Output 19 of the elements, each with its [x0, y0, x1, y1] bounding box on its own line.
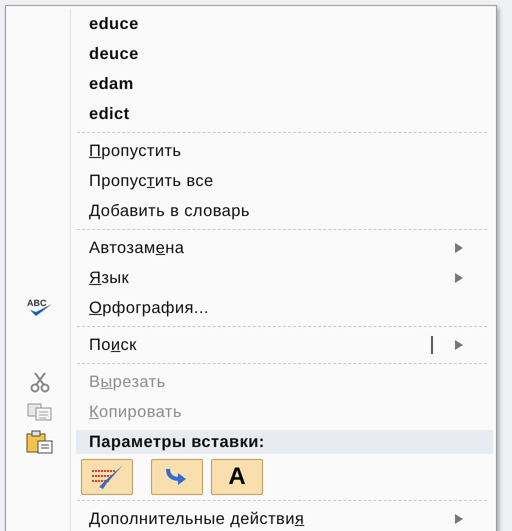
clipboard-icon: [26, 430, 54, 454]
menu-item[interactable]: Дополнительные действия: [89, 510, 304, 528]
paste-option-button[interactable]: A: [211, 459, 263, 495]
suggestion-item[interactable]: deuce: [89, 44, 139, 64]
suggestion-item[interactable]: educe: [89, 14, 139, 34]
paste-options-header: Параметры вставки:: [76, 430, 493, 454]
paste-option-button[interactable]: [81, 459, 133, 495]
menu-item[interactable]: Пропустить все: [89, 172, 214, 190]
paste-option-button[interactable]: [151, 459, 203, 495]
scissors-icon: [29, 371, 51, 393]
menu-item[interactable]: Поиск: [89, 336, 137, 354]
menu-item[interactable]: Язык: [89, 268, 130, 288]
suggestion-item[interactable]: edam: [89, 74, 134, 94]
menu-item[interactable]: Орфография...: [89, 298, 209, 318]
menu-item[interactable]: Пропустить: [89, 142, 182, 160]
menu-item[interactable]: Добавить в словарь: [89, 202, 250, 220]
copy-icon: [27, 403, 53, 421]
suggestion-item[interactable]: edict: [89, 104, 130, 124]
menu-item[interactable]: Автозамена: [89, 238, 184, 258]
